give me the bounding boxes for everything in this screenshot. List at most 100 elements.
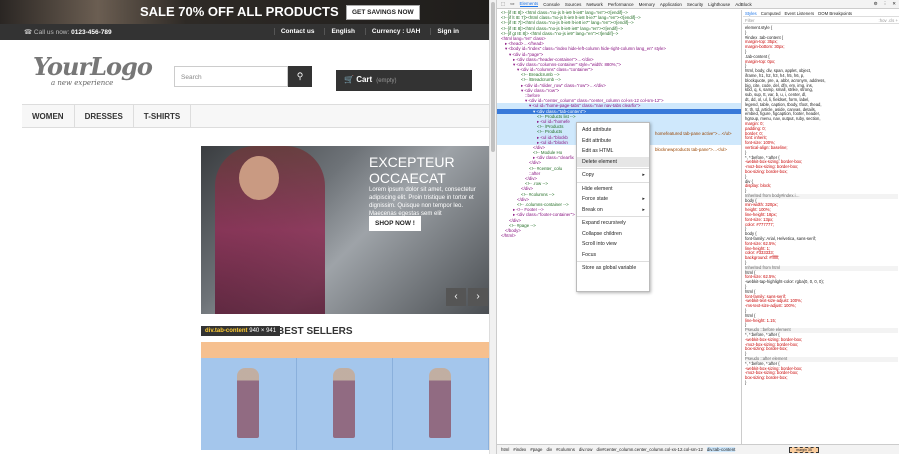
slider-next-button[interactable]: › bbox=[468, 288, 488, 306]
margin-highlight bbox=[201, 342, 489, 358]
search-input[interactable]: Search bbox=[174, 66, 288, 87]
context-menu-item[interactable]: Force state ▸ bbox=[577, 194, 649, 205]
devtools-panel: ⬚ ▭ Elements Console Sources Network Per… bbox=[496, 0, 899, 454]
inspect-tooltip: div.tab-content 940 × 941 bbox=[201, 326, 281, 336]
context-menu-item[interactable]: Hide element bbox=[577, 184, 649, 195]
box-model-preview: margin 35 bbox=[789, 447, 819, 453]
product-image bbox=[429, 368, 452, 438]
crumb-row[interactable]: div.row bbox=[579, 447, 593, 452]
product-card[interactable] bbox=[393, 358, 489, 450]
scrollbar-thumb[interactable] bbox=[491, 2, 495, 152]
tab-computed[interactable]: Computed bbox=[761, 11, 781, 16]
tab-dom-breakpoints[interactable]: DOM Breakpoints bbox=[818, 11, 852, 16]
tab-content-highlight bbox=[201, 358, 489, 450]
main-menu: WOMEN DRESSES T-SHIRTS bbox=[22, 104, 489, 128]
crumb-index[interactable]: #index bbox=[513, 447, 526, 452]
crumb-html[interactable]: html bbox=[501, 447, 509, 452]
tab-console[interactable]: Console bbox=[543, 2, 560, 7]
product-card[interactable] bbox=[297, 358, 393, 450]
tab-application[interactable]: Application bbox=[660, 2, 682, 7]
tab-styles[interactable]: Styles bbox=[745, 11, 757, 16]
devtools-breadcrumb: html #index #page div #columns div.row d… bbox=[497, 444, 899, 454]
submenu-arrow-icon: ▸ bbox=[642, 172, 645, 178]
page-scrollbar[interactable] bbox=[489, 0, 496, 454]
crumb-page[interactable]: #page bbox=[530, 447, 542, 452]
cart-label: Cart bbox=[356, 75, 373, 84]
style-rules: element.style {} #index .tab-content {mar… bbox=[743, 24, 899, 388]
filter-placeholder: Filter bbox=[745, 18, 755, 23]
styles-pane: Styles Computed Event Listeners DOM Brea… bbox=[743, 10, 899, 444]
shop-now-button[interactable]: SHOP NOW ! bbox=[369, 216, 421, 231]
dom-right-code-2: blocknewproducts tab-pane">…</ul> bbox=[655, 147, 727, 152]
device-toolbar-icon[interactable]: ▭ bbox=[510, 1, 514, 7]
product-image bbox=[237, 368, 260, 438]
tab-lighthouse[interactable]: Lighthouse bbox=[708, 2, 730, 7]
currency-selector[interactable]: Currency : UAH bbox=[364, 28, 420, 35]
contact-us-link[interactable]: Contact us bbox=[273, 28, 314, 35]
context-menu-item[interactable]: Edit as HTML bbox=[577, 146, 649, 157]
menu-item-women[interactable]: WOMEN bbox=[22, 105, 75, 127]
context-menu-item[interactable]: Scroll into view bbox=[577, 239, 649, 250]
product-card[interactable] bbox=[201, 358, 297, 450]
language-selector[interactable]: English bbox=[324, 28, 355, 35]
call-us: ☎ Call us now: 0123-456-789 bbox=[24, 29, 112, 36]
tab-memory[interactable]: Memory bbox=[639, 2, 655, 7]
hero-title-line1: EXCEPTEUR bbox=[369, 154, 455, 170]
hero-model-head bbox=[239, 156, 279, 200]
tab-adblock[interactable]: AdBlock bbox=[735, 2, 752, 7]
hero-slider: EXCEPTEUR OCCAECAT Lorem ipsum dolor sit … bbox=[201, 146, 489, 314]
call-label: Call us now: bbox=[33, 29, 70, 36]
context-menu-item[interactable]: Focus bbox=[577, 250, 649, 261]
context-menu-item[interactable]: Collapse children bbox=[577, 229, 649, 240]
site-logo[interactable]: YourLogo a new experience bbox=[33, 52, 153, 87]
tab-elements[interactable]: Elements bbox=[519, 1, 539, 7]
hero-title-line2: OCCAECAT bbox=[369, 170, 446, 186]
context-menu-item[interactable]: Edit attribute bbox=[577, 136, 649, 147]
context-menu: Add attribute Edit attribute Edit as HTML D… bbox=[576, 122, 650, 292]
product-image bbox=[333, 368, 356, 438]
search-icon: ⚲ bbox=[296, 71, 304, 81]
inspect-size: 940 × 941 bbox=[249, 328, 277, 334]
submenu-arrow-icon: ▸ bbox=[642, 206, 645, 213]
cart-button[interactable]: 🛒 Cart (empty) bbox=[336, 70, 472, 91]
promo-banner[interactable]: SALE 70% OFF ALL PRODUCTS GET SAVINGS NO… bbox=[0, 0, 489, 24]
inspect-selector: div.tab-content bbox=[205, 328, 248, 334]
tab-network[interactable]: Network bbox=[586, 2, 603, 7]
search-button[interactable]: ⚲ bbox=[288, 66, 312, 87]
box-model-label: margin 35 bbox=[796, 448, 812, 452]
menu-item-tshirts[interactable]: T-SHIRTS bbox=[134, 105, 192, 127]
tab-security[interactable]: Security bbox=[687, 2, 703, 7]
close-icon[interactable]: ✕ bbox=[892, 1, 899, 7]
context-menu-item[interactable]: Delete element bbox=[577, 156, 649, 167]
context-menu-item[interactable]: Store as global variable bbox=[577, 263, 649, 274]
context-menu-item[interactable]: Break on ▸ bbox=[577, 205, 649, 216]
context-menu-item[interactable]: Expand recursively bbox=[577, 218, 649, 229]
crumb-div[interactable]: div bbox=[546, 447, 552, 452]
hero-text: Lorem ipsum dolor sit amet, consectetur … bbox=[369, 187, 476, 217]
tab-performance[interactable]: Performance bbox=[608, 2, 634, 7]
logo-name: YourLogo bbox=[33, 52, 153, 81]
filter-hints[interactable]: :hov .cls + bbox=[879, 18, 898, 23]
settings-icon[interactable]: ⚙ bbox=[874, 1, 878, 7]
context-menu-item[interactable]: Copy ▸ bbox=[577, 170, 649, 181]
more-icon[interactable]: ⋮ bbox=[883, 1, 888, 7]
tab-sources[interactable]: Sources bbox=[565, 2, 582, 7]
context-menu-item[interactable]: Add attribute bbox=[577, 125, 649, 136]
styles-filter[interactable]: Filter :hov .cls + bbox=[743, 17, 899, 24]
dom-right-code-1: homefeatured tab-pane active">…</ul> bbox=[655, 131, 732, 136]
slider-prev-button[interactable]: ‹ bbox=[446, 288, 466, 306]
hero-title: EXCEPTEUR OCCAECAT bbox=[369, 154, 455, 186]
phone-number: 0123-456-789 bbox=[71, 29, 112, 36]
get-savings-button[interactable]: GET SAVINGS NOW bbox=[346, 5, 420, 20]
cart-status: (empty) bbox=[376, 78, 397, 84]
inspect-icon[interactable]: ⬚ bbox=[501, 1, 505, 7]
top-nav: ☎ Call us now: 0123-456-789 Contact us E… bbox=[0, 24, 489, 40]
cart-icon: 🛒 bbox=[344, 75, 354, 84]
menu-item-dresses[interactable]: DRESSES bbox=[75, 105, 134, 127]
sign-in-link[interactable]: Sign in bbox=[430, 28, 459, 35]
crumb-columns[interactable]: #columns bbox=[556, 447, 575, 452]
tab-event-listeners[interactable]: Event Listeners bbox=[785, 11, 815, 16]
crumb-tab-content[interactable]: div.tab-content bbox=[706, 447, 736, 452]
crumb-center-column[interactable]: div#center_column.center_column.col-xs-1… bbox=[596, 447, 702, 452]
style-line[interactable]: } bbox=[745, 380, 898, 386]
